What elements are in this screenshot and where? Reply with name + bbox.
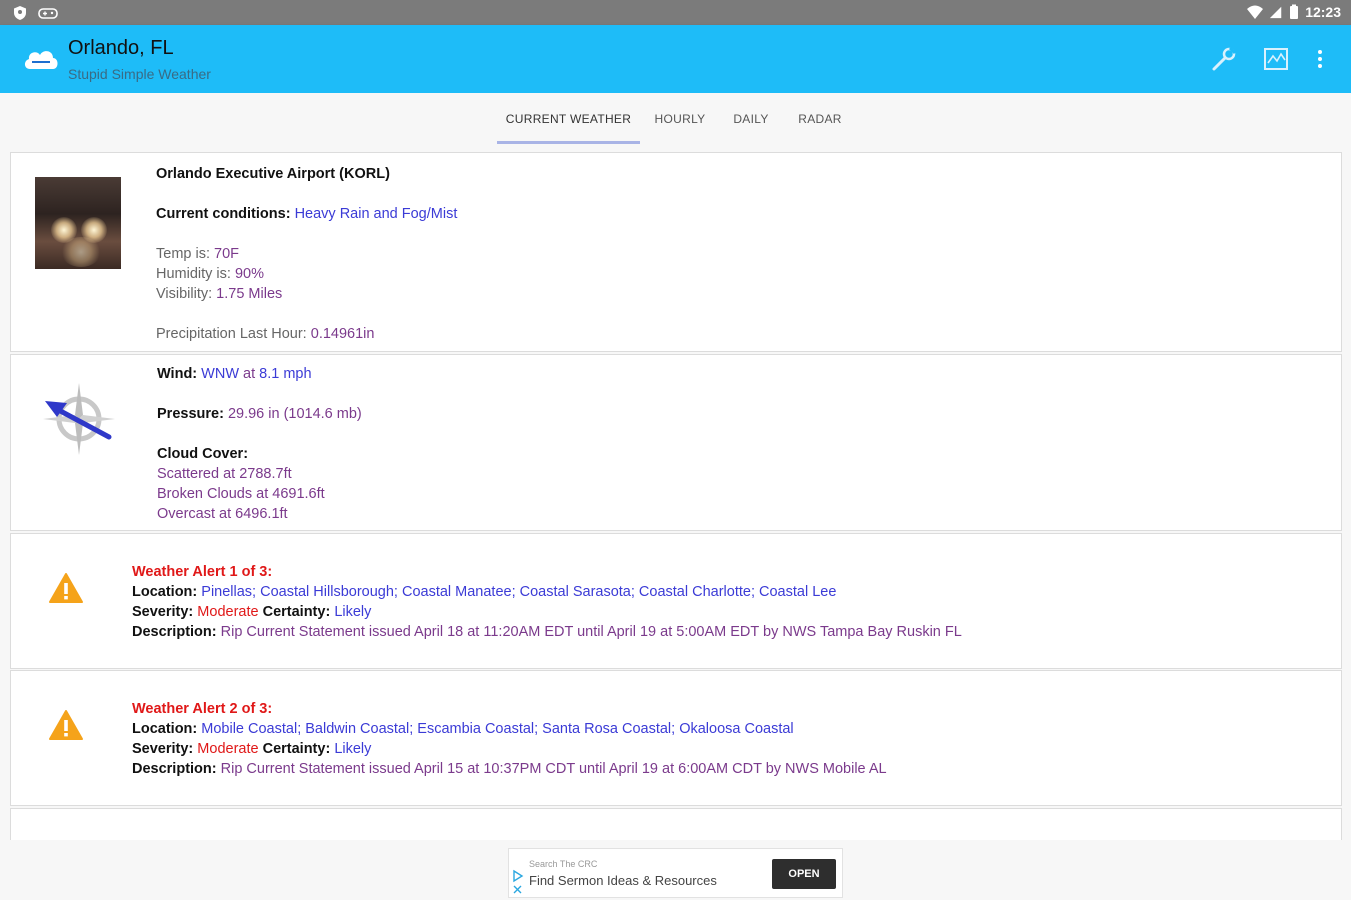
wind-direction: WNW — [201, 366, 240, 382]
wind-label: Wind: — [157, 366, 198, 382]
app-subtitle: Stupid Simple Weather — [68, 66, 211, 82]
current-conditions: Current conditions: Heavy Rain and Fog/M… — [156, 206, 457, 222]
visibility-value: 1.75 Miles — [216, 286, 283, 302]
cloud-cover-label: Cloud Cover: — [157, 446, 249, 462]
conditions-value: Heavy Rain and Fog/Mist — [294, 206, 458, 222]
settings-button[interactable] — [1210, 45, 1238, 73]
ad-subtitle: Search The CRC — [529, 859, 598, 869]
wind-at: at — [243, 366, 256, 382]
warning-icon — [49, 573, 83, 603]
description-label: Description: — [132, 624, 217, 640]
weather-condition-image — [35, 177, 121, 269]
map-button[interactable] — [1262, 45, 1290, 73]
certainty-label: Certainty: — [262, 741, 331, 757]
temperature: Temp is: 70F — [156, 246, 239, 262]
alert-location: Location: Pinellas; Coastal Hillsborough… — [132, 584, 836, 600]
certainty-value: Likely — [334, 741, 372, 757]
description-value: Rip Current Statement issued April 15 at… — [220, 761, 887, 777]
weather-alert-card[interactable]: Weather Alert 2 of 3: Location: Mobile C… — [10, 670, 1342, 806]
humidity-value: 90% — [234, 266, 264, 282]
pressure-label: Pressure: — [157, 406, 224, 422]
tab-current-weather[interactable]: CURRENT WEATHER — [497, 93, 640, 145]
gamepad-icon — [38, 8, 58, 19]
pressure: Pressure: 29.96 in (1014.6 mb) — [157, 406, 362, 422]
alert-severity: Severity: Moderate Certainty: Likely — [132, 604, 371, 620]
location-label: Location: — [132, 721, 198, 737]
temp-label: Temp is: — [156, 246, 210, 262]
ad-banner[interactable]: Search The CRC Find Sermon Ideas & Resou… — [508, 848, 843, 898]
wifi-icon — [1247, 5, 1264, 19]
severity-label: Severity: — [132, 604, 194, 620]
ad-open-button[interactable]: OPEN — [772, 859, 836, 889]
tab-radar[interactable]: RADAR — [788, 93, 852, 145]
station-name: Orlando Executive Airport (KORL) — [156, 166, 390, 182]
severity-label: Severity: — [132, 741, 194, 757]
cloud-layer: Broken Clouds at 4691.6ft — [157, 486, 325, 502]
tab-hourly[interactable]: HOURLY — [645, 93, 715, 145]
humidity-label: Humidity is: — [156, 266, 231, 282]
app-title: Orlando, FL — [68, 37, 174, 59]
visibility: Visibility: 1.75 Miles — [156, 286, 282, 302]
warning-icon — [49, 710, 83, 740]
alert-severity: Severity: Moderate Certainty: Likely — [132, 741, 371, 757]
wind: Wind: WNW at 8.1 mph — [157, 366, 312, 382]
temp-value: 70F — [214, 246, 240, 262]
precip-value: 0.14961in — [310, 326, 375, 342]
status-time: 12:23 — [1305, 4, 1341, 20]
alert-title: Weather Alert 1 of 3: — [132, 564, 273, 580]
battery-icon — [1290, 4, 1299, 19]
tab-daily[interactable]: DAILY — [722, 93, 780, 145]
alert-description: Description: Rip Current Statement issue… — [132, 624, 962, 640]
wind-card: Wind: WNW at 8.1 mph Pressure: 29.96 in … — [10, 354, 1342, 531]
app-bar: Orlando, FL Stupid Simple Weather — [0, 25, 1351, 93]
humidity: Humidity is: 90% — [156, 266, 264, 282]
cloud-layer: Overcast at 6496.1ft — [157, 506, 288, 522]
precipitation: Precipitation Last Hour: 0.14961in — [156, 326, 374, 342]
overflow-menu-button[interactable] — [1306, 45, 1334, 73]
observation-card: Orlando Executive Airport (KORL) Current… — [10, 152, 1342, 352]
map-icon — [1264, 48, 1288, 70]
description-label: Description: — [132, 761, 217, 777]
wind-compass-icon — [43, 383, 115, 455]
visibility-label: Visibility: — [156, 286, 213, 302]
cloud-layer: Scattered at 2788.7ft — [157, 466, 292, 482]
cell-signal-icon — [1270, 6, 1282, 19]
description-value: Rip Current Statement issued April 18 at… — [220, 624, 962, 640]
tab-bar: CURRENT WEATHER HOURLY DAILY RADAR — [0, 93, 1351, 145]
location-value: Mobile Coastal; Baldwin Coastal; Escambi… — [201, 721, 794, 737]
cloud-logo-icon — [24, 51, 58, 69]
precip-label: Precipitation Last Hour: — [156, 326, 307, 342]
more-vert-icon — [1318, 50, 1322, 68]
shield-icon — [14, 6, 26, 20]
alert-description: Description: Rip Current Statement issue… — [132, 761, 887, 777]
status-bar: 12:23 — [0, 0, 1351, 25]
conditions-label: Current conditions: — [156, 206, 291, 222]
tab-indicator — [497, 141, 640, 144]
ad-headline: Find Sermon Ideas & Resources — [529, 873, 717, 888]
ad-bar: Search The CRC Find Sermon Ideas & Resou… — [0, 840, 1351, 900]
location-label: Location: — [132, 584, 198, 600]
wrench-icon — [1212, 46, 1237, 71]
certainty-label: Certainty: — [262, 604, 331, 620]
alert-title: Weather Alert 2 of 3: — [132, 701, 273, 717]
wind-speed: 8.1 mph — [259, 366, 312, 382]
weather-alert-card[interactable]: Weather Alert 1 of 3: Location: Pinellas… — [10, 533, 1342, 669]
severity-value: Moderate — [197, 741, 259, 757]
severity-value: Moderate — [197, 604, 259, 620]
alert-location: Location: Mobile Coastal; Baldwin Coasta… — [132, 721, 794, 737]
ad-choices-icon[interactable] — [512, 867, 524, 895]
certainty-value: Likely — [334, 604, 372, 620]
location-value: Pinellas; Coastal Hillsborough; Coastal … — [201, 584, 837, 600]
pressure-value: 29.96 in (1014.6 mb) — [227, 406, 362, 422]
